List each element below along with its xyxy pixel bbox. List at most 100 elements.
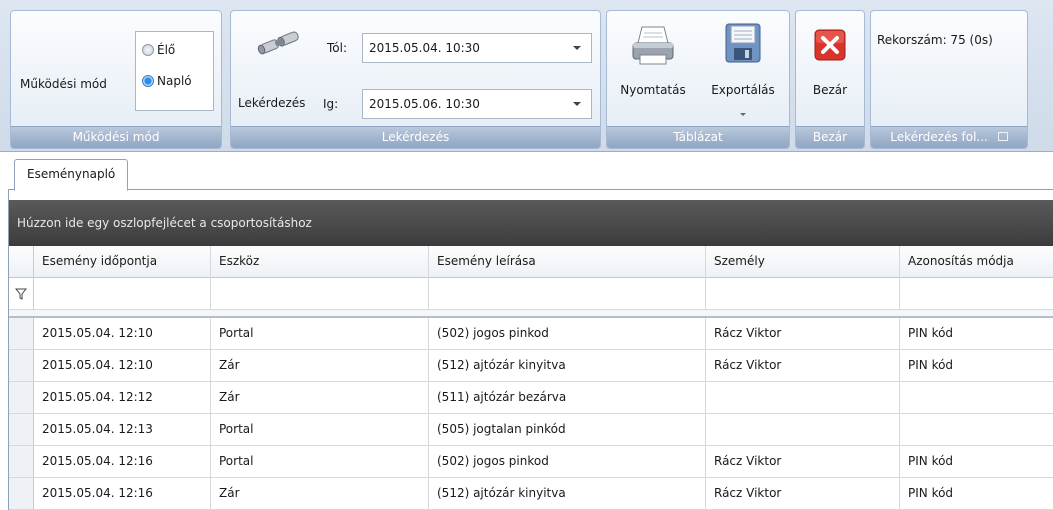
radio-log[interactable]: Napló [142, 72, 212, 90]
export-button-label: Exportálás [711, 83, 775, 97]
group-by-panel[interactable]: Húzzon ide egy oszlopfejlécet a csoporto… [9, 200, 1053, 246]
filter-cell-person[interactable] [706, 278, 900, 310]
radio-log-indicator[interactable] [142, 75, 154, 87]
row-selector[interactable] [9, 478, 34, 510]
query-progress-caption: Lekérdezés fol... [871, 126, 1027, 148]
floppy-disk-icon [725, 23, 761, 63]
table-row[interactable]: 2015.05.04. 12:16 Portal (502) jogos pin… [9, 446, 1053, 478]
row-selector[interactable] [9, 350, 34, 382]
grid-header-row: Esemény időpontja Eszköz Esemény leírása… [9, 246, 1053, 278]
binoculars-icon [257, 31, 299, 55]
tab-event-log[interactable]: Eseménynapló [14, 159, 129, 191]
cell-auth-method: PIN kód [900, 478, 1053, 510]
ribbon: Működési mód Élő Napló Működési mód Leké… [0, 0, 1053, 152]
row-selector[interactable] [9, 414, 34, 446]
cell-device: Zár [211, 350, 429, 382]
grid-filter-row [9, 278, 1053, 310]
table-row[interactable]: 2015.05.04. 12:12 Zár (511) ajtózár bezá… [9, 382, 1053, 414]
cell-auth-method [900, 414, 1053, 446]
cell-auth-method [900, 382, 1053, 414]
cell-person: Rácz Viktor [706, 318, 900, 350]
row-selector[interactable] [9, 446, 34, 478]
chevron-down-icon[interactable] [740, 113, 746, 116]
cell-auth-method: PIN kód [900, 318, 1053, 350]
table-row[interactable]: 2015.05.04. 12:13 Portal (505) jogtalan … [9, 414, 1053, 446]
cell-device: Zár [211, 382, 429, 414]
operating-mode-caption: Működési mód [11, 126, 221, 148]
cell-event-time: 2015.05.04. 12:13 [34, 414, 211, 446]
close-caption: Bezár [796, 126, 864, 148]
row-selector[interactable] [9, 318, 34, 350]
ribbon-group-query: Lekérdezés Tól: 2015.05.04. 10:30 Ig: 20… [230, 10, 601, 149]
cell-event-description: (512) ajtózár kinyitva [429, 350, 706, 382]
cell-person: Rácz Viktor [706, 478, 900, 510]
to-datetime-combo[interactable]: 2015.05.06. 10:30 [362, 89, 592, 119]
ribbon-group-table: Nyomtatás Exportálás Táblázat [606, 10, 790, 149]
cell-device: Zár [211, 478, 429, 510]
funnel-icon[interactable] [15, 288, 27, 300]
cell-device: Portal [211, 414, 429, 446]
query-button[interactable]: Lekérdezés [236, 23, 322, 118]
radio-live[interactable]: Élő [142, 41, 212, 59]
radio-log-label: Napló [157, 74, 192, 88]
filter-cell-event-time[interactable] [34, 278, 211, 310]
close-button-label: Bezár [812, 83, 848, 97]
table-row[interactable]: 2015.05.04. 12:10 Portal (502) jogos pin… [9, 318, 1053, 350]
radio-live-label: Élő [157, 43, 176, 57]
cell-event-description: (511) ajtózár bezárva [429, 382, 706, 414]
column-header-device[interactable]: Eszköz [211, 246, 429, 278]
export-button[interactable]: Exportálás [698, 15, 788, 125]
tab-strip-divider [8, 189, 1053, 190]
cell-event-time: 2015.05.04. 12:12 [34, 382, 211, 414]
cell-event-time: 2015.05.04. 12:16 [34, 478, 211, 510]
chevron-down-icon[interactable] [573, 102, 581, 106]
cell-event-time: 2015.05.04. 12:10 [34, 318, 211, 350]
row-selector-header [9, 246, 34, 278]
column-header-person[interactable]: Személy [706, 246, 900, 278]
cell-event-time: 2015.05.04. 12:16 [34, 446, 211, 478]
column-header-auth-method[interactable]: Azonosítás módja [900, 246, 1053, 278]
cell-person: Rácz Viktor [706, 350, 900, 382]
from-datetime-combo[interactable]: 2015.05.04. 10:30 [362, 33, 592, 63]
cell-auth-method: PIN kód [900, 446, 1053, 478]
tab-strip: Eseménynapló [0, 152, 1053, 191]
cell-event-description: (505) jogtalan pinkód [429, 414, 706, 446]
filter-cell-event-description[interactable] [429, 278, 706, 310]
row-selector[interactable] [9, 382, 34, 414]
from-datetime-value: 2015.05.04. 10:30 [369, 41, 480, 55]
column-header-event-time[interactable]: Esemény időpontja [34, 246, 211, 278]
ribbon-group-operating-mode: Működési mód Élő Napló Működési mód [10, 10, 222, 149]
dialog-launcher-icon[interactable] [997, 132, 1008, 141]
to-label: Ig: [323, 97, 339, 111]
cell-person [706, 414, 900, 446]
filter-cell-auth-method[interactable] [900, 278, 1053, 310]
operating-mode-label: Működési mód [20, 77, 107, 91]
table-row[interactable]: 2015.05.04. 12:10 Zár (512) ajtózár kiny… [9, 350, 1053, 382]
table-caption: Táblázat [607, 126, 789, 148]
ribbon-group-close: Bezár Bezár [795, 10, 865, 149]
record-count-text: Rekorszám: 75 (0s) [877, 33, 993, 47]
printer-icon [632, 26, 674, 65]
cell-device: Portal [211, 318, 429, 350]
table-row[interactable]: 2015.05.04. 12:16 Zár (512) ajtózár kiny… [9, 478, 1053, 510]
from-label: Tól: [327, 41, 348, 55]
cell-person: Rácz Viktor [706, 446, 900, 478]
column-header-event-description[interactable]: Esemény leírása [429, 246, 706, 278]
query-button-label: Lekérdezés [238, 96, 306, 110]
events-grid: Esemény időpontja Eszköz Esemény leírása… [9, 246, 1053, 510]
close-button[interactable]: Bezár [798, 15, 862, 125]
cell-event-description: (502) jogos pinkod [429, 318, 706, 350]
operating-mode-radio-group: Élő Napló [135, 31, 214, 111]
ribbon-group-query-progress: Rekorszám: 75 (0s) Lekérdezés fol... [870, 10, 1028, 149]
cell-device: Portal [211, 446, 429, 478]
chevron-down-icon[interactable] [573, 46, 581, 50]
filter-row-selector [9, 278, 34, 310]
cell-event-description: (512) ajtózár kinyitva [429, 478, 706, 510]
cell-person [706, 382, 900, 414]
filter-cell-device[interactable] [211, 278, 429, 310]
radio-live-indicator[interactable] [142, 44, 154, 56]
close-icon [814, 29, 846, 61]
cell-event-time: 2015.05.04. 12:10 [34, 350, 211, 382]
print-button[interactable]: Nyomtatás [609, 15, 697, 125]
to-datetime-value: 2015.05.06. 10:30 [369, 97, 480, 111]
